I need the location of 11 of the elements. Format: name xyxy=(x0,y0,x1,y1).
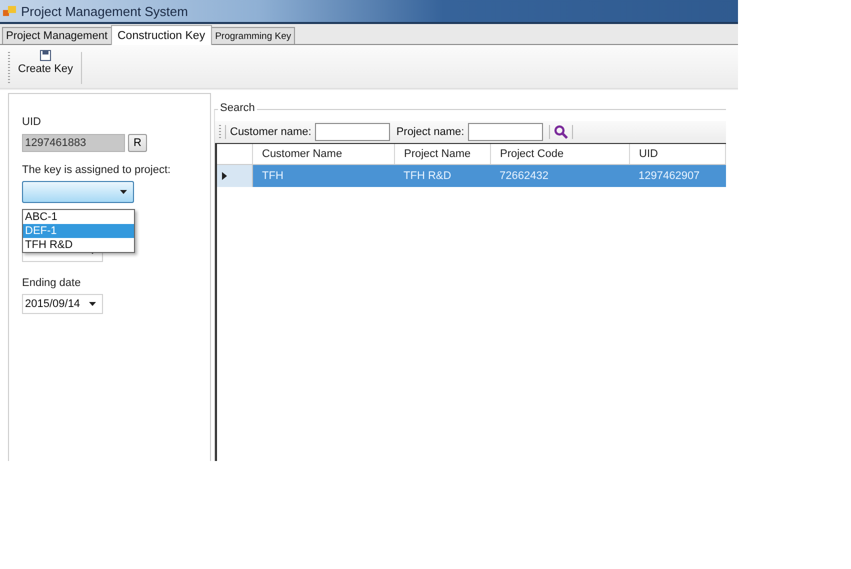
table-cell: TFH xyxy=(252,164,394,187)
ending-date-label: Ending date xyxy=(22,277,81,289)
group-title: Search xyxy=(218,102,257,114)
field-label: Customer name: xyxy=(230,126,312,138)
project-label: The key is assigned to project: xyxy=(22,164,171,176)
table-cell: 72662432 xyxy=(490,164,630,187)
uid-label: UID xyxy=(22,116,41,128)
table-cell: TFH R&D xyxy=(394,164,490,187)
window-title: Project Management System xyxy=(21,4,188,18)
table-cell: 1297462907 xyxy=(630,164,726,187)
field-label: Project name: xyxy=(396,126,464,138)
